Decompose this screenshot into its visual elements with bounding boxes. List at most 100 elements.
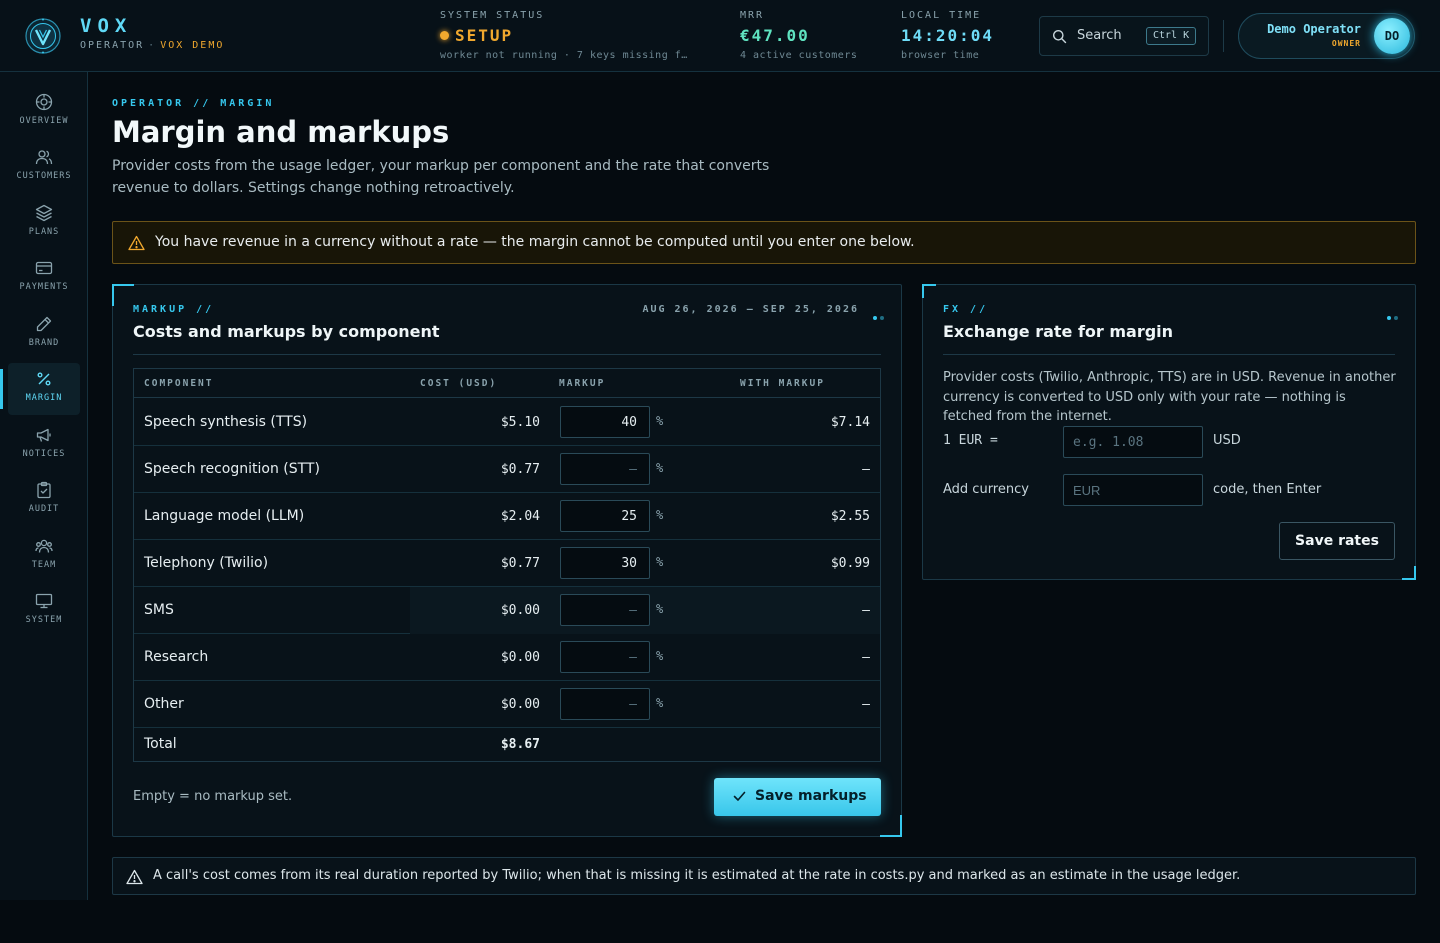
panel-menu-icon[interactable] [1384,305,1398,324]
fx-eyebrow: FX // [943,304,989,315]
sidebar-item-system[interactable]: SYSTEM [8,585,80,637]
sidebar-item-label: NOTICES [22,449,66,459]
panel-corner [922,284,936,298]
currency-warning-alert: You have revenue in a currency without a… [112,221,1416,264]
sidebar-item-audit[interactable]: AUDIT [8,474,80,526]
brand-subtitle: OPERATOR · VOX DEMO [80,40,224,51]
percent-sign: % [656,414,664,428]
table-row: Language model (LLM) $2.04 % $2.55 [134,493,880,540]
sidebar-item-overview[interactable]: OVERVIEW [8,86,80,138]
sidebar-item-brand[interactable]: BRAND [8,308,80,360]
table-row: Telephony (Twilio) $0.77 % $0.99 [134,540,880,587]
markup-input[interactable] [560,500,650,532]
page-description: Provider costs from the usage ledger, yo… [112,158,770,196]
component-name: SMS [144,602,174,618]
column-header: MARKUP [559,378,606,389]
brand-env: VOX DEMO [160,40,225,51]
sidebar-item-label: AUDIT [28,504,60,514]
component-cost: $0.00 [500,697,540,712]
component-cost: $0.77 [500,556,540,571]
save-markups-label: Save markups [755,788,867,804]
component-cost: $0.77 [500,462,540,477]
card-icon [35,261,53,275]
brand-name: VOX [80,15,133,37]
rate-label: 1 EUR = [943,433,998,448]
search-icon [1053,30,1067,44]
with-markup-value: – [862,650,870,665]
with-markup-value: $0.99 [830,556,870,571]
sidebar-item-plans[interactable]: PLANS [8,197,80,249]
sidebar-item-notices[interactable]: NOTICES [8,419,80,471]
add-currency-hint: code, then Enter [1213,482,1322,497]
fx-description: Provider costs (Twilio, Anthropic, TTS) … [943,370,1396,424]
markup-input[interactable] [560,547,650,579]
markup-eyebrow: MARKUP // [133,304,215,315]
percent-sign: % [656,602,664,616]
sidebar-item-margin[interactable]: MARGIN [8,363,80,415]
customers-icon [35,150,53,165]
sidebar-item-label: OVERVIEW [19,116,69,126]
markup-input[interactable] [560,453,650,485]
component-name: Speech recognition (STT) [144,461,320,477]
user-role: OWNER [1331,39,1361,48]
megaphone-icon [36,428,51,442]
page-title: Margin and markups [112,115,450,149]
header-divider [1223,20,1224,52]
component-name: Research [144,649,209,665]
sidebar-item-payments[interactable]: PAYMENTS [8,252,80,304]
add-currency-label: Add currency [943,482,1029,497]
sidebar-item-label: TEAM [31,560,57,570]
avatar[interactable]: DO [1374,18,1410,54]
markup-input[interactable] [560,688,650,720]
status-dot-icon [440,31,449,40]
markup-input[interactable] [560,594,650,626]
vox-logo-icon[interactable] [24,17,62,55]
mrr-value: €47.00 [740,26,810,45]
table-total-row: Total $8.67 [134,728,880,762]
date-range: AUG 26, 2026 – SEP 25, 2026 [642,304,859,315]
sidebar-item-team[interactable]: TEAM [8,530,80,582]
search-button[interactable]: Search Ctrl K [1039,16,1209,56]
percent-sign: % [656,696,664,710]
mrr-detail: 4 active customers [740,50,858,61]
rate-unit: USD [1213,433,1241,448]
markup-input[interactable] [560,641,650,673]
with-markup-value: – [862,603,870,618]
layers-icon [35,204,53,222]
user-menu[interactable]: Demo Operator OWNER DO [1238,13,1415,59]
panel-corner [880,815,902,837]
local-time-value: 14:20:04 [901,26,995,45]
sidebar-item-label: MARGIN [25,393,63,403]
info-text: A call's cost comes from its real durati… [153,868,1241,883]
table-row: Speech synthesis (TTS) $5.10 % $7.14 [134,399,880,446]
fx-panel: FX // Exchange rate for margin Provider … [922,284,1416,580]
add-currency-input[interactable] [1063,474,1203,506]
markup-input[interactable] [560,406,650,438]
system-status-label: SYSTEM STATUS [440,10,545,21]
eur-rate-input[interactable] [1063,426,1203,458]
warning-icon [128,235,145,251]
sidebar-item-label: BRAND [28,338,60,348]
markup-panel: MARKUP // Costs and markups by component… [112,284,902,837]
team-icon [35,539,53,553]
percent-sign: % [656,649,664,663]
markup-footnote: Empty = no markup set. [133,789,293,804]
component-cost: $2.04 [500,509,540,524]
cost-info-note: A call's cost comes from its real durati… [112,857,1416,895]
breadcrumb: OPERATOR // MARGIN [112,98,275,109]
local-time-detail: browser time [901,50,980,61]
panel-menu-icon[interactable] [870,305,884,324]
brand-role: OPERATOR [80,40,145,51]
total-label: Total [144,736,177,752]
sidebar-item-label: CUSTOMERS [16,171,72,181]
save-markups-button[interactable]: Save markups [714,778,881,816]
with-markup-value: – [862,697,870,712]
save-rates-button[interactable]: Save rates [1279,522,1395,560]
sidebar-item-customers[interactable]: CUSTOMERS [8,141,80,193]
panel-corner [112,284,134,306]
sidebar-item-label: PLANS [28,227,60,237]
system-status-value: SETUP [440,26,688,45]
local-time-label: LOCAL TIME [901,10,982,21]
total-cost: $8.67 [500,737,540,752]
search-label: Search [1077,28,1122,43]
